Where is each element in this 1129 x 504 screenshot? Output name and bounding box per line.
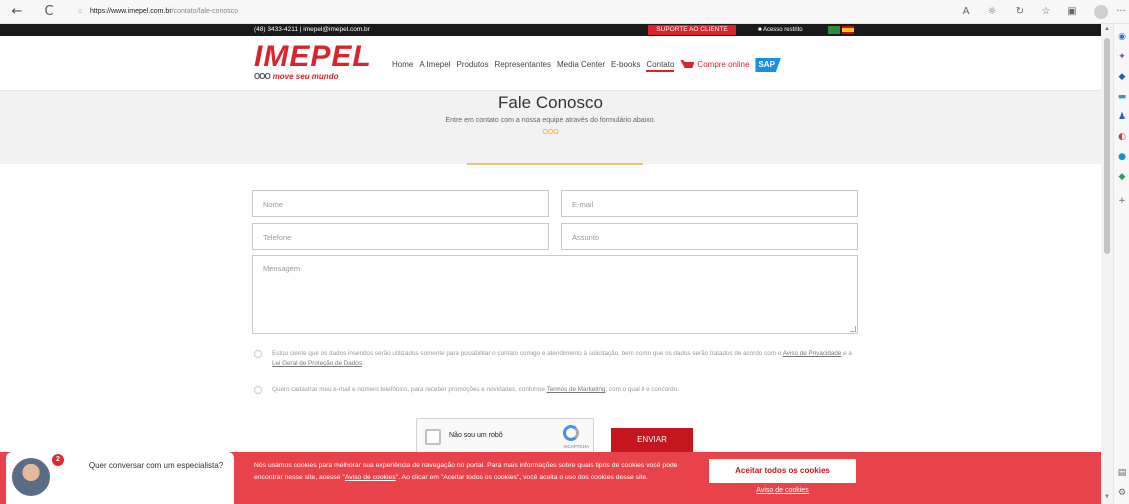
- phone-input[interactable]: Telefone: [252, 223, 549, 250]
- main-menu: Home A Imepel Produtos Representantes Me…: [392, 58, 781, 72]
- imepel-logo[interactable]: IMEPEL OOO move seu mundo: [254, 42, 374, 84]
- url-host: https://www.imepel.com.br: [89, 8, 172, 15]
- menu-item-media-center[interactable]: Media Center: [557, 58, 605, 72]
- scrollbar-thumb[interactable]: [1104, 38, 1110, 254]
- marketing-consent-checkbox[interactable]: [254, 386, 262, 394]
- menu-item-produtos[interactable]: Produtos: [456, 58, 488, 72]
- logo-wordmark: IMEPEL: [254, 40, 372, 73]
- copilot-icon[interactable]: ✦: [1117, 52, 1127, 62]
- address-bar[interactable]: ⌂ https://www.imepel.com.br/contato/fale…: [78, 4, 948, 20]
- shop-online-link[interactable]: Compre online: [680, 58, 749, 72]
- cart-icon: [680, 60, 695, 68]
- tagline-text: move seu mundo: [272, 72, 339, 81]
- hero-divider: [467, 163, 643, 165]
- flag-brazil-icon[interactable]: [828, 26, 840, 34]
- browser-sidebar: ◉ ✦ ◆ ▬ ♟ ◐ ● ◆ + ▤ ⚙: [1113, 24, 1129, 504]
- logo-circles: OOO: [254, 72, 271, 81]
- message-textarea[interactable]: Mensagem: [252, 255, 858, 334]
- tools-icon[interactable]: ▬: [1117, 92, 1127, 102]
- profile-avatar[interactable]: [1094, 5, 1108, 19]
- consent1-text-b: e a: [841, 350, 852, 357]
- browser-toolbar: ← C ⌂ https://www.imepel.com.br/contato/…: [0, 0, 1129, 24]
- recaptcha-widget: Não sou um robô reCAPTCHA: [416, 418, 594, 454]
- outlook-icon[interactable]: ●: [1117, 152, 1127, 162]
- top-contact-bar: (48) 3433-4211 | imepel@imepel.com.br SU…: [0, 24, 1101, 36]
- shop-label: Compre online: [697, 60, 750, 69]
- recaptcha-checkbox[interactable]: [425, 429, 441, 445]
- recaptcha-brand: reCAPTCHA: [563, 444, 589, 449]
- add-icon[interactable]: +: [1117, 196, 1127, 206]
- favorite-icon[interactable]: ☆: [1038, 4, 1054, 20]
- page-title: Fale Conosco: [498, 93, 603, 112]
- collections-icon[interactable]: ▣: [1064, 4, 1080, 20]
- specialist-avatar[interactable]: [10, 456, 52, 498]
- scroll-down-icon[interactable]: ▼: [1103, 494, 1111, 500]
- games-icon[interactable]: ♟: [1117, 112, 1127, 122]
- consent1-text-c: .: [361, 360, 364, 367]
- consent2-text-a: Quero cadastrar meu e-mail e número tele…: [272, 386, 547, 393]
- sidebar-layout-icon[interactable]: ▤: [1117, 468, 1127, 478]
- recaptcha-logo-icon: [563, 425, 579, 441]
- subject-input[interactable]: Assunto: [561, 223, 858, 250]
- menu-item-contato[interactable]: Contato: [646, 58, 675, 72]
- page-scrollbar[interactable]: ▲ ▼: [1101, 24, 1113, 504]
- menu-item-a-imepel[interactable]: A Imepel: [419, 58, 450, 72]
- more-icon[interactable]: ···: [1113, 4, 1129, 20]
- decorative-dots: OOO: [542, 129, 559, 136]
- lock-icon: ⌂: [78, 8, 83, 15]
- chat-notification-badge: 2: [52, 454, 64, 466]
- email-input[interactable]: E-mail: [561, 190, 858, 217]
- privacy-consent-checkbox[interactable]: [254, 350, 262, 358]
- consent1-text-a: Estou ciente que os dados inseridos serã…: [272, 350, 783, 357]
- recaptcha-label: Não sou um robô: [449, 432, 503, 439]
- support-button[interactable]: SUPORTE AO CLIENTE: [648, 25, 736, 35]
- lgpd-link[interactable]: Lei Geral de Proteção de Dados: [272, 360, 362, 367]
- cookie-text: Nós usamos cookies para melhorar sua exp…: [254, 460, 694, 484]
- accept-cookies-button[interactable]: Aceitar todos os cookies: [709, 459, 856, 483]
- restricted-access-link[interactable]: ■ Acesso restrito: [758, 24, 803, 36]
- read-aloud-icon[interactable]: A: [958, 4, 974, 20]
- send-button[interactable]: ENVIAR: [611, 428, 693, 452]
- site-header: IMEPEL OOO move seu mundo Home A Imepel P…: [0, 36, 1101, 90]
- logo-tagline: OOO move seu mundo: [254, 72, 338, 81]
- name-input[interactable]: Nome: [252, 190, 549, 217]
- menu-item-home[interactable]: Home: [392, 58, 413, 72]
- marketing-consent-text: Quero cadastrar meu e-mail e número tele…: [272, 385, 862, 395]
- marketing-terms-link[interactable]: Termos de Marketing: [547, 386, 606, 393]
- translate-icon[interactable]: ☼: [984, 4, 1000, 20]
- office-icon[interactable]: ◐: [1117, 132, 1127, 142]
- cookie-text-b: ". Ao clicar em "Aceitar todos os cookie…: [395, 474, 649, 481]
- page-subtitle: Entre em contato com a nossa equipe atra…: [445, 117, 656, 124]
- menu-item-representantes[interactable]: Representantes: [495, 58, 551, 72]
- drop-icon[interactable]: ◆: [1117, 172, 1127, 182]
- chat-prompt[interactable]: Quer conversar com um especialista?: [86, 460, 226, 472]
- privacy-consent: Estou ciente que os dados inseridos serã…: [254, 349, 864, 371]
- shopping-icon[interactable]: ◆: [1117, 72, 1127, 82]
- privacy-notice-link[interactable]: Aviso de Privacidade: [783, 350, 842, 357]
- page-hero: Fale Conosco Entre em contato com a noss…: [0, 90, 1101, 165]
- search-icon[interactable]: ◉: [1117, 32, 1127, 42]
- reload-icon[interactable]: C: [40, 3, 58, 21]
- marketing-consent: Quero cadastrar meu e-mail e número tele…: [254, 385, 864, 397]
- scroll-up-icon[interactable]: ▲: [1103, 26, 1111, 32]
- menu-item-ebooks[interactable]: E-books: [611, 58, 640, 72]
- url-path: /contato/fale-conosco: [171, 8, 239, 15]
- privacy-consent-text: Estou ciente que os dados inseridos serã…: [272, 349, 862, 369]
- flag-spain-icon[interactable]: [842, 26, 854, 34]
- contact-info: (48) 3433-4211 | imepel@imepel.com.br: [254, 26, 370, 33]
- consent2-text-b: , com o qual li e concordo.: [605, 386, 679, 393]
- restricted-label: Acesso restrito: [762, 27, 803, 33]
- cookie-notice-link[interactable]: Aviso de cookies: [709, 487, 856, 494]
- settings-icon[interactable]: ⚙: [1117, 488, 1127, 498]
- cookie-notice-inline-link[interactable]: Aviso de cookies: [345, 474, 396, 481]
- sap-logo[interactable]: SAP: [755, 58, 781, 72]
- refresh-page-icon[interactable]: ↻: [1012, 4, 1028, 20]
- resize-handle[interactable]: [850, 326, 856, 332]
- back-icon[interactable]: ←: [8, 3, 26, 21]
- message-placeholder: Mensagem: [263, 264, 301, 273]
